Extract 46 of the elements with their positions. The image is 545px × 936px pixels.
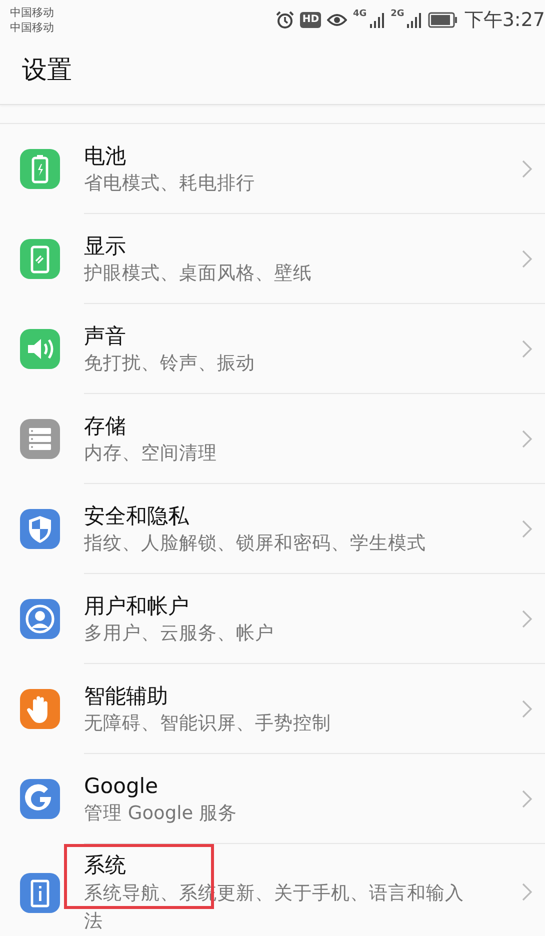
chevron-icon bbox=[521, 159, 533, 179]
item-subtitle: 多用户、云服务、帐户 bbox=[84, 622, 275, 646]
network-type: 2G bbox=[390, 8, 404, 21]
chevron-icon bbox=[521, 249, 533, 269]
item-subtitle: 管理 Google 服务 bbox=[84, 802, 238, 826]
settings-item[interactable]: 存储 内存、空间清理 bbox=[0, 394, 545, 484]
settings-item[interactable]: 显示 护眼模式、桌面风格、壁纸 bbox=[0, 214, 545, 304]
settings-item[interactable]: Google 管理 Google 服务 bbox=[0, 754, 545, 844]
chevron-icon bbox=[521, 429, 533, 449]
alarm-icon bbox=[276, 11, 294, 29]
chevron-icon bbox=[521, 609, 533, 629]
chevron-icon bbox=[521, 519, 533, 539]
item-subtitle: 护眼模式、桌面风格、壁纸 bbox=[84, 262, 313, 286]
carrier-label: 中国移动 bbox=[10, 20, 54, 35]
signal-icon bbox=[368, 12, 385, 28]
network-type: 4G bbox=[353, 8, 367, 21]
chevron-icon bbox=[521, 339, 533, 359]
settings-item[interactable]: 智能辅助 无障碍、智能识屏、手势控制 bbox=[0, 664, 545, 754]
item-title: 用户和帐户 bbox=[84, 593, 189, 620]
item-subtitle: 内存、空间清理 bbox=[84, 442, 218, 466]
item-subtitle: 无障碍、智能识屏、手势控制 bbox=[84, 712, 332, 736]
page-title: 设置 bbox=[21, 54, 73, 86]
item-title: Google bbox=[84, 773, 158, 800]
chevron-icon bbox=[521, 789, 533, 809]
settings-item[interactable]: 声音 免打扰、铃声、振动 bbox=[0, 304, 545, 394]
status-time: 下午3:27 bbox=[464, 8, 545, 33]
item-title: 声音 bbox=[84, 323, 126, 350]
hd-indicator: HD bbox=[300, 12, 322, 28]
chevron-icon bbox=[521, 882, 533, 902]
battery-icon bbox=[428, 12, 458, 28]
item-title: 显示 bbox=[84, 233, 126, 260]
item-subtitle: 省电模式、耗电排行 bbox=[84, 172, 256, 196]
item-title: 系统 bbox=[84, 852, 126, 879]
item-subtitle: 免打扰、铃声、振动 bbox=[84, 352, 256, 376]
item-title: 存储 bbox=[84, 413, 126, 440]
carrier-label: 中国移动 bbox=[10, 5, 54, 20]
eye-icon bbox=[327, 13, 348, 27]
settings-item[interactable]: 安全和隐私 指纹、人脸解锁、锁屏和密码、学生模式 bbox=[0, 484, 545, 574]
item-title: 电池 bbox=[84, 143, 126, 170]
chevron-icon bbox=[521, 699, 533, 719]
item-subtitle: 指纹、人脸解锁、锁屏和密码、学生模式 bbox=[84, 532, 427, 556]
item-title: 安全和隐私 bbox=[84, 503, 189, 530]
settings-item[interactable]: 电池 省电模式、耗电排行 bbox=[0, 124, 545, 214]
item-title: 智能辅助 bbox=[84, 683, 168, 710]
signal-icon bbox=[406, 12, 422, 28]
settings-item[interactable]: 用户和帐户 多用户、云服务、帐户 bbox=[0, 574, 545, 664]
